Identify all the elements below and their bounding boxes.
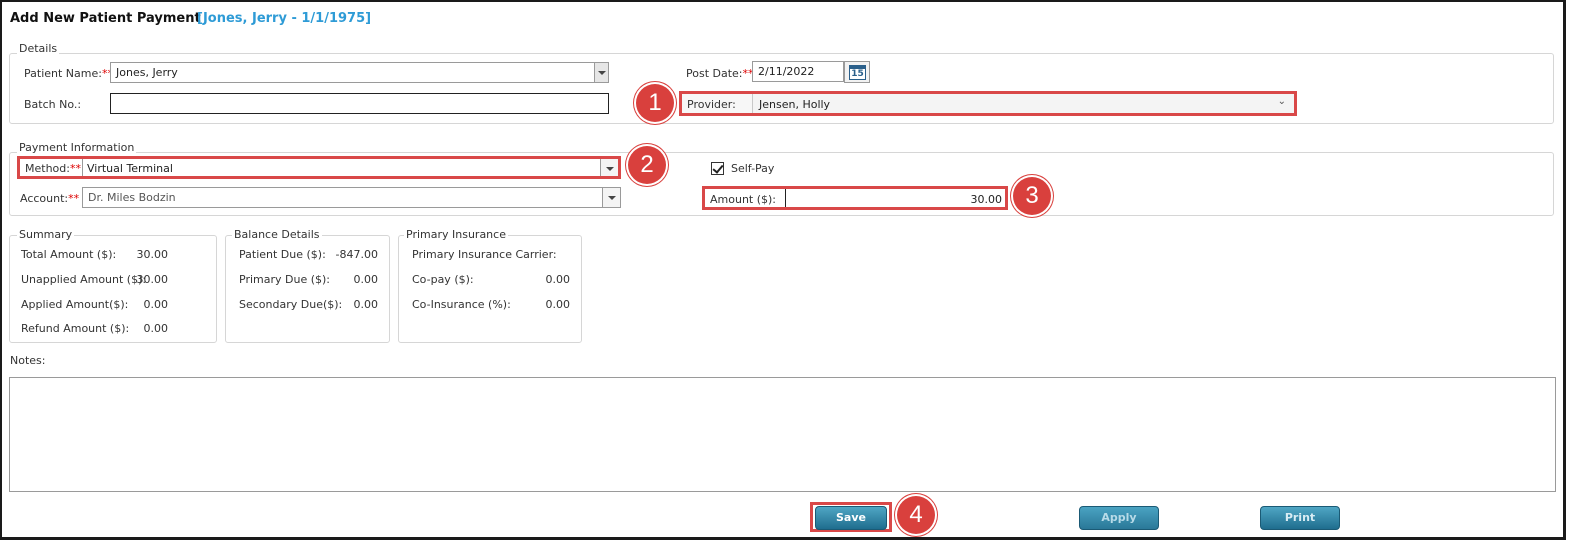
callout-3: 3 (1013, 177, 1051, 215)
batch-label: Batch No.: (24, 98, 82, 111)
batch-input[interactable] (110, 93, 609, 114)
patient-name-label: Patient Name:** (24, 67, 113, 80)
chevron-down-icon[interactable] (594, 63, 608, 82)
insurance-label: Co-pay ($): (412, 273, 474, 286)
method-select[interactable]: Virtual Terminal (82, 159, 618, 176)
provider-select[interactable]: Jensen, Holly ⌄ (752, 94, 1294, 113)
chevron-down-icon[interactable] (600, 159, 618, 176)
balance-value: 0.00 (353, 298, 379, 311)
summary-value: 0.00 (143, 322, 169, 335)
patient-tag: [Jones, Jerry - 1/1/1975] (197, 11, 372, 26)
callout-2: 2 (628, 146, 666, 184)
amount-highlight: Amount ($): 30.00 (702, 186, 1008, 210)
print-button[interactable]: Print (1260, 506, 1340, 530)
insurance-label: Primary Insurance Carrier: (412, 248, 557, 261)
balance-value: 0.00 (353, 273, 379, 286)
insurance-legend: Primary Insurance (404, 228, 508, 241)
account-value: Dr. Miles Bodzin (88, 191, 176, 204)
balance-value: -847.00 (335, 248, 378, 261)
post-date-label: Post Date:** (686, 67, 754, 80)
method-value: Virtual Terminal (87, 162, 173, 175)
notes-textarea[interactable] (9, 377, 1556, 492)
chevron-down-icon[interactable] (602, 188, 620, 207)
details-legend: Details (17, 42, 60, 55)
page-title: Add New Patient Payment (10, 11, 201, 26)
patient-name-value: Jones, Jerry (116, 66, 178, 79)
calendar-icon[interactable]: 15 (844, 61, 870, 83)
method-label: Method:** (25, 162, 81, 175)
insurance-value: 0.00 (545, 298, 571, 311)
post-date-input[interactable]: 2/11/2022 (752, 61, 844, 82)
provider-value: Jensen, Holly (759, 98, 831, 111)
account-select[interactable]: Dr. Miles Bodzin (82, 187, 621, 208)
payment-legend: Payment Information (17, 141, 137, 154)
balance-legend: Balance Details (232, 228, 322, 241)
summary-value: 30.00 (136, 248, 169, 261)
amount-input[interactable]: 30.00 (785, 189, 1005, 207)
apply-button[interactable]: Apply (1079, 506, 1159, 530)
provider-highlight: Provider: Jensen, Holly ⌄ (679, 91, 1297, 116)
summary-label: Refund Amount ($): (21, 322, 130, 335)
amount-label: Amount ($): (710, 193, 777, 206)
save-highlight: Save (810, 502, 892, 532)
self-pay-label: Self-Pay (731, 162, 775, 175)
summary-legend: Summary (17, 228, 75, 241)
callout-4: 4 (897, 496, 935, 534)
summary-value: 30.00 (136, 273, 169, 286)
summary-label: Applied Amount($): (21, 298, 129, 311)
callout-1: 1 (636, 84, 674, 122)
chevron-down-icon[interactable]: ⌄ (1278, 96, 1286, 107)
balance-label: Primary Due ($): (239, 273, 330, 286)
summary-label: Total Amount ($): (21, 248, 117, 261)
method-highlight: Method:** Virtual Terminal (17, 156, 621, 179)
self-pay-checkbox[interactable] (711, 162, 724, 175)
account-label: Account:** (20, 192, 80, 205)
save-button[interactable]: Save (815, 506, 887, 530)
provider-label: Provider: (687, 98, 736, 111)
notes-label: Notes: (10, 354, 46, 367)
summary-value: 0.00 (143, 298, 169, 311)
insurance-value: 0.00 (545, 273, 571, 286)
insurance-label: Co-Insurance (%): (412, 298, 511, 311)
calendar-day: 15 (849, 65, 866, 80)
balance-label: Patient Due ($): (239, 248, 326, 261)
patient-name-select[interactable]: Jones, Jerry (110, 62, 609, 83)
